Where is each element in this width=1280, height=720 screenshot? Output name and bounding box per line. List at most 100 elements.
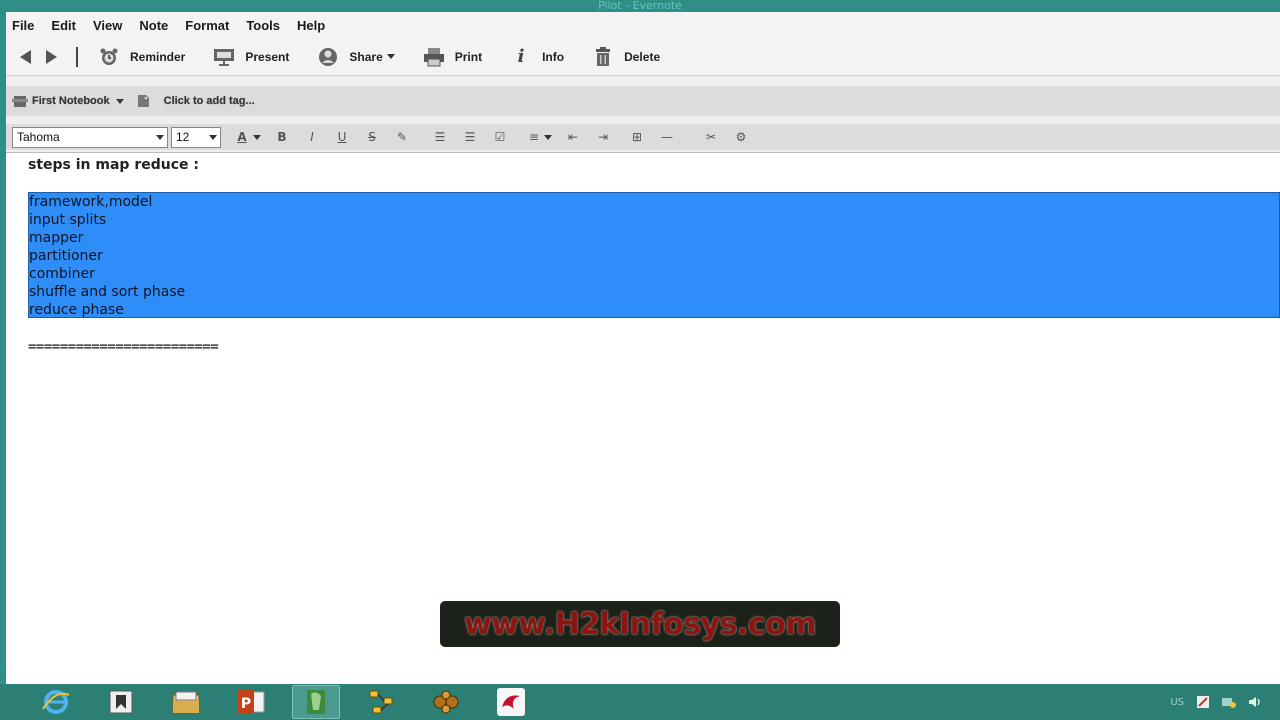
note-heading: steps in map reduce : xyxy=(28,157,199,173)
internet-explorer-icon xyxy=(42,690,70,714)
highlighter-icon[interactable]: ✎ xyxy=(393,128,411,146)
reminder-label: Reminder xyxy=(130,49,186,64)
menu-file[interactable]: File xyxy=(12,18,34,33)
taskbar-file-explorer[interactable] xyxy=(162,685,210,719)
numbered-list-icon[interactable]: ☰ xyxy=(461,128,479,146)
underline-icon[interactable]: U xyxy=(333,128,351,146)
add-tag-field[interactable]: Click to add tag... xyxy=(164,95,255,107)
menu-note[interactable]: Note xyxy=(139,18,168,33)
taskbar-app-2[interactable] xyxy=(97,685,145,719)
bulleted-list-icon[interactable]: ☰ xyxy=(431,128,449,146)
back-button[interactable] xyxy=(14,46,36,68)
menu-format[interactable]: Format xyxy=(185,18,229,33)
notebook-selector[interactable]: First Notebook xyxy=(32,95,110,107)
horizontal-rule-icon[interactable]: — xyxy=(658,128,676,146)
evernote-window: File Edit View Note Format Tools Help Re… xyxy=(6,12,1280,684)
folder-icon xyxy=(172,691,200,714)
strikethrough-icon[interactable]: S xyxy=(363,128,381,146)
volume-icon[interactable] xyxy=(1246,694,1264,710)
bold-icon[interactable]: B xyxy=(273,128,291,146)
list-item: reduce phase xyxy=(29,302,124,318)
font-color-icon[interactable]: A xyxy=(233,128,251,146)
list-item: mapper xyxy=(29,230,84,246)
taskbar-evernote[interactable] xyxy=(292,685,340,719)
reminder-button[interactable]: Reminder xyxy=(98,47,185,67)
italic-icon[interactable]: I xyxy=(303,128,321,146)
info-label: Info xyxy=(542,49,565,64)
font-color-dropdown-icon[interactable] xyxy=(253,134,261,140)
presentation-screen-icon xyxy=(213,47,235,67)
list-item: combiner xyxy=(29,266,95,282)
menu-help[interactable]: Help xyxy=(297,18,325,33)
print-label: Print xyxy=(454,49,483,64)
window-app-icon xyxy=(109,690,133,714)
present-label: Present xyxy=(245,49,290,64)
checkbox-icon[interactable]: ☑ xyxy=(491,128,509,146)
menu-bar: File Edit View Note Format Tools Help xyxy=(6,12,1280,38)
taskbar: P US xyxy=(0,684,1280,720)
alarm-clock-icon xyxy=(98,47,120,67)
language-indicator[interactable]: US xyxy=(1170,697,1184,708)
font-family-value: Tahoma xyxy=(17,130,60,144)
delete-label: Delete xyxy=(624,49,661,64)
chevron-down-icon xyxy=(156,134,164,140)
taskbar-app-7[interactable] xyxy=(422,685,470,719)
outdent-icon[interactable]: ⇤ xyxy=(564,128,582,146)
notebook-dropdown-arrow-icon[interactable] xyxy=(115,98,124,104)
notebook-icon xyxy=(12,94,28,108)
system-tray: US xyxy=(1170,684,1272,720)
forward-button[interactable] xyxy=(40,46,62,68)
share-dropdown-arrow-icon xyxy=(386,54,395,59)
swirl-app-icon xyxy=(497,688,525,716)
watermark-banner: www.H2kInfosys.com xyxy=(440,601,840,647)
list-item: shuffle and sort phase xyxy=(29,284,186,300)
list-item: partitioner xyxy=(29,248,103,264)
gears-icon xyxy=(433,690,459,714)
svg-text:P: P xyxy=(241,696,251,712)
window-title: Pilot - Evernote xyxy=(598,0,682,12)
info-icon: i xyxy=(517,46,525,67)
evernote-icon xyxy=(307,690,325,714)
notebook-tag-bar: First Notebook Click to add tag... xyxy=(6,86,1280,116)
printer-icon xyxy=(423,47,445,67)
table-icon[interactable]: ⊞ xyxy=(628,128,646,146)
share-button[interactable]: Share xyxy=(317,47,395,67)
align-icon[interactable]: ≡ xyxy=(525,128,543,146)
menu-view[interactable]: View xyxy=(93,18,122,33)
info-button[interactable]: i Info xyxy=(510,46,565,67)
network-diagram-icon xyxy=(369,690,393,714)
taskbar-powerpoint[interactable]: P xyxy=(227,685,275,719)
share-label: Share xyxy=(349,49,383,64)
share-person-icon xyxy=(317,47,339,67)
font-size-select[interactable]: 12 xyxy=(171,126,221,148)
back-arrow-icon xyxy=(19,49,31,64)
note-toolbar: Reminder Present Share Print i Info Dele… xyxy=(6,38,1280,76)
network-icon[interactable] xyxy=(1220,694,1238,710)
align-dropdown-icon[interactable] xyxy=(544,134,552,140)
tag-icon xyxy=(136,94,152,108)
toolbar-divider xyxy=(76,46,78,67)
present-button[interactable]: Present xyxy=(213,47,289,67)
menu-tools[interactable]: Tools xyxy=(246,18,280,33)
font-size-value: 12 xyxy=(176,130,190,144)
action-center-flag-icon[interactable] xyxy=(1194,694,1212,710)
format-toolbar: Tahoma 12 A B I U S ✎ ☰ ☰ ☑ ≡ ⇤ ⇥ ⊞ — ✂ … xyxy=(6,124,1280,150)
indent-icon[interactable]: ⇥ xyxy=(594,128,612,146)
trash-can-icon xyxy=(592,46,614,67)
forward-arrow-icon xyxy=(45,49,57,64)
encrypt-icon[interactable]: ⚙ xyxy=(732,128,750,146)
taskbar-internet-explorer[interactable] xyxy=(32,685,80,719)
selected-text-block[interactable]: framework,model input splits mapper part… xyxy=(28,192,1280,318)
attachment-icon[interactable]: ✂ xyxy=(702,128,720,146)
taskbar-app-6[interactable] xyxy=(357,685,405,719)
font-family-select[interactable]: Tahoma xyxy=(12,126,168,148)
note-editor[interactable]: steps in map reduce : framework,model in… xyxy=(6,152,1280,684)
print-button[interactable]: Print xyxy=(423,47,482,67)
taskbar-app-8[interactable] xyxy=(487,685,535,719)
separator-line-text: ======================== xyxy=(28,339,219,355)
window-title-bar: Pilot - Evernote xyxy=(0,0,1280,12)
list-item: input splits xyxy=(29,212,107,228)
menu-edit[interactable]: Edit xyxy=(51,18,76,33)
chevron-down-icon xyxy=(209,134,217,140)
delete-button[interactable]: Delete xyxy=(592,46,661,67)
